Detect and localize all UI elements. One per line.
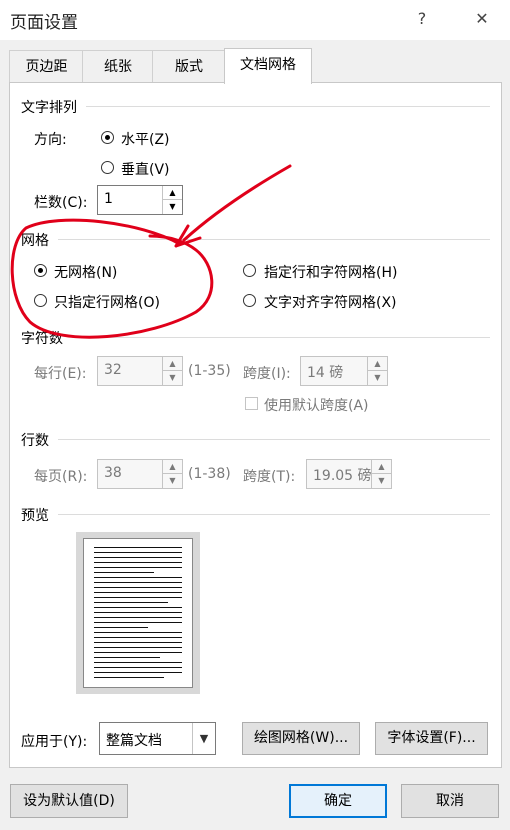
direction-label: 方向: xyxy=(34,132,67,148)
radio-snap-to-char-grid-label[interactable]: 文字对齐字符网格(X) xyxy=(264,292,397,312)
tab-margins[interactable]: 页边距 xyxy=(9,50,84,83)
default-pitch-label[interactable]: 使用默认跨度(A) xyxy=(264,395,369,415)
radio-snap-to-char-grid[interactable] xyxy=(243,294,256,307)
spin-up-icon[interactable]: ▲ xyxy=(368,357,387,371)
tab-paper[interactable]: 纸张 xyxy=(82,50,154,83)
char-pitch-value[interactable]: 14 磅 xyxy=(307,362,343,382)
lines-per-page-label: 每页(R): xyxy=(34,469,88,485)
spin-up-icon[interactable]: ▲ xyxy=(163,357,182,371)
ok-button[interactable]: 确定 xyxy=(289,784,387,818)
radio-no-grid-label[interactable]: 无网格(N) xyxy=(54,262,117,282)
window-title: 页面设置 xyxy=(10,13,78,33)
set-default-button[interactable]: 设为默认值(D) xyxy=(10,784,128,818)
apply-to-label: 应用于(Y): xyxy=(21,734,88,750)
radio-line-and-char-grid-label[interactable]: 指定行和字符网格(H) xyxy=(264,262,397,282)
cancel-button[interactable]: 取消 xyxy=(401,784,499,818)
radio-horizontal-label[interactable]: 水平(Z) xyxy=(121,129,170,149)
char-pitch-stepper[interactable]: 14 磅 ▲ ▼ xyxy=(300,356,388,386)
radio-line-grid-only[interactable] xyxy=(34,294,47,307)
divider xyxy=(86,106,490,107)
tab-layout[interactable]: 版式 xyxy=(152,50,226,83)
radio-horizontal[interactable] xyxy=(101,131,114,144)
chars-per-line-stepper[interactable]: 32 ▲ ▼ xyxy=(97,356,183,386)
section-preview: 预览 xyxy=(21,508,49,524)
line-pitch-value[interactable]: 19.05 磅 xyxy=(313,465,372,485)
apply-to-select[interactable]: 整篇文档 ▼ xyxy=(99,722,216,755)
columns-stepper[interactable]: 1 ▲ ▼ xyxy=(97,185,183,215)
radio-vertical[interactable] xyxy=(101,161,114,174)
spin-down-icon[interactable]: ▼ xyxy=(163,200,182,214)
chars-per-line-range: (1-35) xyxy=(188,363,231,379)
apply-to-value[interactable]: 整篇文档 xyxy=(106,730,162,750)
char-pitch-label: 跨度(I): xyxy=(243,366,291,382)
divider xyxy=(72,337,490,338)
font-settings-button[interactable]: 字体设置(F)... xyxy=(375,722,488,755)
spin-up-icon[interactable]: ▲ xyxy=(163,460,182,474)
chevron-down-icon[interactable]: ▼ xyxy=(192,723,215,754)
spin-down-icon[interactable]: ▼ xyxy=(372,474,391,488)
columns-label: 栏数(C): xyxy=(34,195,88,211)
spin-down-icon[interactable]: ▼ xyxy=(163,371,182,385)
radio-no-grid[interactable] xyxy=(34,264,47,277)
spin-down-icon[interactable]: ▼ xyxy=(163,474,182,488)
radio-vertical-label[interactable]: 垂直(V) xyxy=(121,159,170,179)
divider xyxy=(58,514,490,515)
default-pitch-checkbox[interactable] xyxy=(245,397,258,410)
line-pitch-label: 跨度(T): xyxy=(243,469,296,485)
divider xyxy=(58,439,490,440)
spin-up-icon[interactable]: ▲ xyxy=(372,460,391,474)
chars-per-line-label: 每行(E): xyxy=(34,366,87,382)
section-lines: 行数 xyxy=(21,433,49,449)
radio-line-grid-only-label[interactable]: 只指定行网格(O) xyxy=(54,292,160,312)
columns-value[interactable]: 1 xyxy=(104,191,113,207)
tab-document-grid[interactable]: 文档网格 xyxy=(224,48,312,84)
line-pitch-stepper[interactable]: 19.05 磅 ▲ ▼ xyxy=(306,459,392,489)
draw-grid-button[interactable]: 绘图网格(W)... xyxy=(242,722,360,755)
lines-per-page-value[interactable]: 38 xyxy=(104,465,122,481)
section-characters: 字符数 xyxy=(21,331,63,347)
spin-down-icon[interactable]: ▼ xyxy=(368,371,387,385)
divider xyxy=(58,239,490,240)
section-text-direction: 文字排列 xyxy=(21,100,77,116)
spin-up-icon[interactable]: ▲ xyxy=(163,186,182,200)
lines-per-page-stepper[interactable]: 38 ▲ ▼ xyxy=(97,459,183,489)
help-icon[interactable]: ? xyxy=(408,6,436,32)
chars-per-line-value[interactable]: 32 xyxy=(104,362,122,378)
lines-per-page-range: (1-38) xyxy=(188,466,231,482)
section-grid: 网格 xyxy=(21,233,49,249)
close-icon[interactable]: ✕ xyxy=(468,6,496,32)
radio-line-and-char-grid[interactable] xyxy=(243,264,256,277)
preview-page xyxy=(83,538,193,688)
